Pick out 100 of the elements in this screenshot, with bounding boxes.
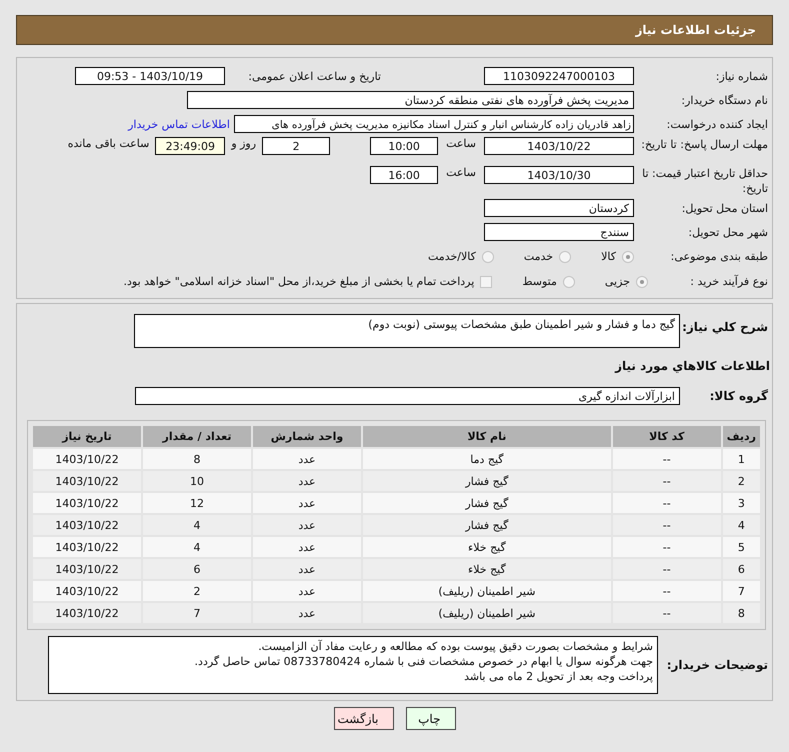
text-field[interactable]: زاهد قادریان زاده کارشناس انبار و کنترل اسناد مکانیزه مدیریت پخش فرآورده های — [234, 115, 634, 133]
radio-button[interactable] — [482, 250, 494, 262]
radio-button[interactable] — [559, 250, 572, 262]
print-button[interactable]: چاپ — [406, 707, 456, 730]
notes-line: پرداخت وجه بعد از تحویل 2 ماه می باشد — [463, 669, 653, 684]
field-label: استان محل تحویل: — [680, 200, 769, 216]
table-cell: -- — [612, 581, 721, 601]
table-cell: گیج فشار — [363, 515, 611, 535]
table-cell: گیج خلاء — [363, 537, 611, 557]
table-cell: 1403/10/22 — [33, 515, 141, 535]
column-header: تعداد / مقدار — [143, 426, 251, 447]
table-cell: 1403/10/22 — [33, 471, 141, 491]
table-cell: 3 — [722, 493, 760, 513]
text-field[interactable]: 10:00 — [370, 137, 438, 155]
field-label: ساعت — [446, 137, 476, 150]
radio-button[interactable] — [562, 276, 575, 288]
table-cell: 7 — [143, 603, 251, 623]
table-cell: 2 — [722, 471, 760, 491]
table-cell: 1403/10/22 — [33, 537, 141, 557]
notes-line: شرایط و مشخصات بصورت دقیق پیوست بوده که مطالعه و رعایت مفاد آن الزامیست. — [257, 639, 653, 654]
field-label: حداقل تاریخ اعتبار قیمت: تا تاریخ: — [641, 166, 769, 196]
text-field[interactable]: مدیریت پخش فرآورده های نفتی منطقه کردستان — [187, 91, 634, 109]
table-cell: عدد — [253, 471, 361, 491]
column-header: تاریخ نیاز — [33, 426, 141, 447]
text-field[interactable]: 1403/10/30 — [484, 166, 634, 184]
table-cell: 1403/10/22 — [33, 449, 141, 469]
text-field[interactable]: 2 — [262, 137, 330, 155]
table-cell: 6 — [722, 559, 760, 579]
table-cell: شیر اطمینان (ریلیف) — [363, 603, 611, 623]
field-label: ساعت باقی مانده — [68, 137, 150, 150]
table-cell: 8 — [722, 603, 760, 623]
table-cell: گیج دما — [363, 449, 611, 469]
payment-note: پرداخت تمام یا بخشی از مبلغ خرید،از محل "اسناد خزانه اسلامی" خواهد بود. — [124, 275, 474, 288]
field-label: نوع فرآیند خرید : — [689, 274, 769, 289]
option-label: جزیی — [604, 275, 630, 288]
table-cell: 6 — [143, 559, 251, 579]
field-label: شهر محل تحویل: — [687, 224, 769, 240]
field-label: ایجاد کننده درخواست: — [666, 116, 769, 132]
option-label: متوسط — [522, 275, 557, 288]
table-cell: 1403/10/22 — [33, 603, 141, 623]
field-label: تاریخ و ساعت اعلان عمومی: — [247, 70, 381, 82]
option-label: کالا/خدمت — [428, 250, 476, 263]
table-cell: -- — [612, 493, 721, 513]
table-cell: 1403/10/22 — [33, 559, 141, 579]
text-field[interactable]: کردستان — [484, 199, 634, 217]
checkbox[interactable] — [480, 276, 492, 288]
table-cell: -- — [612, 603, 721, 623]
text-field[interactable]: سنندج — [484, 223, 634, 241]
table-cell: 10 — [143, 471, 251, 491]
field-label: گروه کالا: — [708, 388, 769, 404]
table-cell: 4 — [722, 515, 760, 535]
text-field[interactable]: 16:00 — [370, 166, 438, 184]
table-cell: 1403/10/22 — [33, 581, 141, 601]
table-cell: عدد — [253, 537, 361, 557]
field-label: نام دستگاه خریدار: — [680, 92, 769, 108]
table-cell: عدد — [253, 603, 361, 623]
option-label: خدمت — [524, 250, 554, 263]
table-cell: 1403/10/22 — [33, 493, 141, 513]
table-cell: 1 — [722, 449, 760, 469]
text-field[interactable]: 1103092247000103 — [484, 67, 634, 85]
table-cell: 7 — [722, 581, 760, 601]
table-cell: عدد — [253, 559, 361, 579]
text-field[interactable]: ابزارآلات اندازه گیری — [135, 387, 680, 405]
field-label: شماره نیاز: — [714, 68, 769, 84]
table-cell: گیج فشار — [363, 493, 611, 513]
table-cell: 4 — [143, 537, 251, 557]
field-label: روز و — [231, 137, 256, 150]
column-header: نام کالا — [363, 426, 611, 447]
option-label: کالا — [601, 250, 616, 263]
text-field[interactable]: 1403/10/22 — [484, 137, 634, 155]
table-cell: عدد — [253, 515, 361, 535]
table-cell: -- — [612, 449, 721, 469]
radio-button[interactable] — [636, 276, 648, 288]
field-label: طبقه بندی موضوعی: — [670, 249, 769, 264]
field-label: توضیحات خریدار: — [666, 658, 769, 672]
table-cell: -- — [612, 515, 721, 535]
countdown-field[interactable]: 23:49:09 — [155, 137, 226, 155]
field-label: مهلت ارسال پاسخ: تا تاریخ: — [640, 137, 769, 152]
column-header: کد کالا — [612, 426, 721, 447]
table-cell: شیر اطمینان (ریلیف) — [363, 581, 611, 601]
table-cell: گیج فشار — [363, 471, 611, 491]
table-cell: عدد — [253, 449, 361, 469]
table-cell: عدد — [253, 581, 361, 601]
table-cell: -- — [612, 537, 721, 557]
table-cell: 5 — [722, 537, 760, 557]
column-header: ردیف — [722, 426, 760, 447]
table-cell: 8 — [143, 449, 251, 469]
notes-line: جهت هرگونه سوال یا ابهام در خصوص مشخصات فنی با شماره 08733780424 تماس حاصل گردد. — [194, 654, 653, 669]
description-field[interactable]: گیج دما و فشار و شیر اطمینان طبق مشخصات پیوستی (نوبت دوم) — [134, 314, 680, 348]
section-title: اطلاعات کالاهاي مورد نياز — [615, 359, 770, 373]
back-button[interactable]: بازگشت — [334, 707, 394, 730]
column-header: واحد شمارش — [253, 426, 361, 447]
text-field[interactable]: 1403/10/19 - 09:53 — [75, 67, 225, 85]
radio-button[interactable] — [622, 250, 634, 262]
notes-field[interactable]: شرایط و مشخصات بصورت دقیق پیوست بوده که مطالعه و رعایت مفاد آن الزامیست. جهت هرگونه سوال یا ابهام در خصوص مشخصات فنی با شماره 08733780424 تماس حاصل گردد. پرداخت وجه بعد از تحویل 2 ماه می باشد — [48, 636, 658, 694]
page-header: جزئیات اطلاعات نیاز — [16, 15, 773, 45]
table-cell: گیج خلاء — [363, 559, 611, 579]
table-cell: 4 — [143, 515, 251, 535]
field-label: شرح کلي نياز: — [686, 319, 769, 335]
contact-link[interactable]: اطلاعات تماس خریدار — [128, 118, 230, 130]
